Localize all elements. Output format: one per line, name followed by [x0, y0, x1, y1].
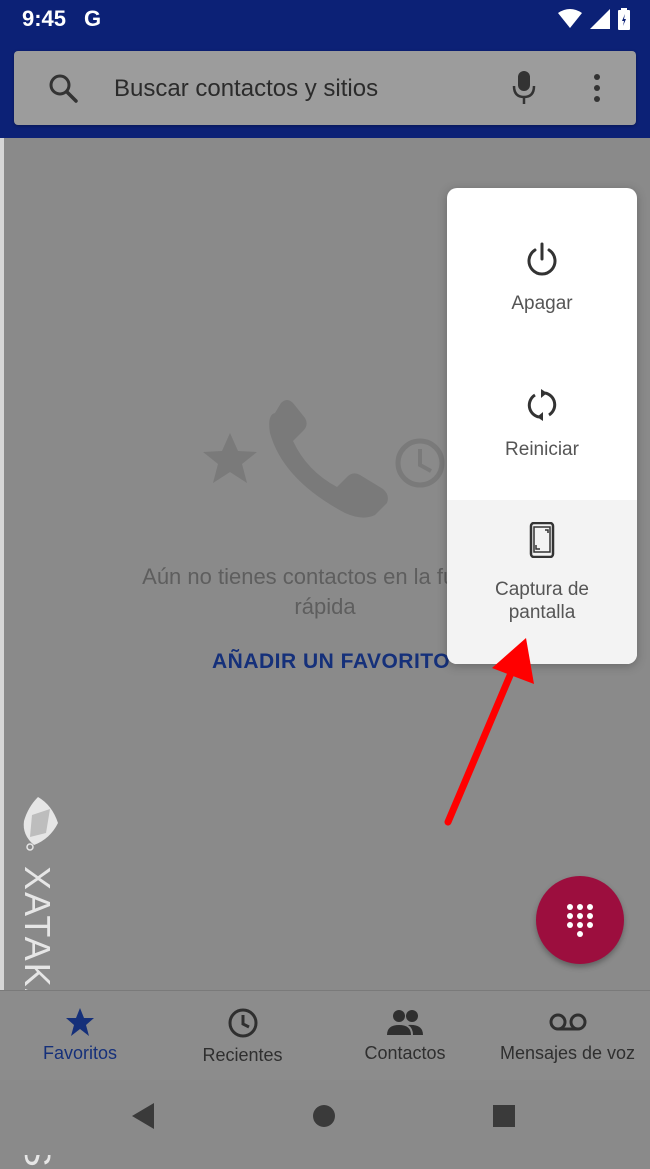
star-icon	[66, 1008, 94, 1036]
clock-illustration-icon	[395, 438, 445, 488]
power-off-button[interactable]: Apagar	[447, 188, 637, 344]
recent-apps-icon[interactable]	[492, 1104, 516, 1128]
tab-label-recientes: Recientes	[202, 1045, 283, 1065]
tab-recientes[interactable]: Recientes	[180, 991, 305, 1081]
tab-label-mensajes-de-voz: Mensajes de voz	[499, 1043, 636, 1063]
search-bar[interactable]: Buscar contactos y sitios	[14, 51, 636, 125]
screenshot-label-line2: pantalla	[508, 602, 576, 623]
system-navigation-bar	[0, 1080, 650, 1155]
power-menu: Apagar Reiniciar Captura de pantalla	[447, 188, 637, 664]
search-input[interactable]: Buscar contactos y sitios	[114, 75, 378, 103]
back-icon[interactable]	[130, 1102, 156, 1130]
search-icon[interactable]	[48, 73, 78, 103]
dialpad-icon	[567, 904, 593, 937]
more-options-icon[interactable]	[592, 73, 602, 103]
xataka-logo-icon	[23, 797, 58, 851]
wifi-icon	[558, 9, 582, 28]
tab-label-favoritos: Favoritos	[42, 1043, 118, 1063]
mic-icon[interactable]	[512, 71, 536, 105]
annotation-arrow-icon	[444, 638, 534, 826]
voicemail-icon	[549, 1013, 586, 1031]
screenshot-label-line1: Captura de	[494, 579, 589, 600]
tab-mensajes-de-voz[interactable]: Mensajes de voz	[490, 991, 645, 1081]
empty-message-line2: rápida	[294, 594, 356, 619]
tab-contactos[interactable]: Contactos	[340, 991, 470, 1081]
star-illustration-icon	[203, 433, 257, 483]
tab-label-contactos: Contactos	[364, 1043, 446, 1063]
dialpad-fab[interactable]	[536, 876, 624, 964]
status-time: 9:45	[22, 6, 67, 31]
add-favorite-button[interactable]: AÑADIR UN FAVORITO	[212, 650, 450, 674]
tab-favoritos[interactable]: Favoritos	[20, 991, 140, 1081]
empty-favorites-illustration	[203, 400, 445, 518]
screenshot-label: Captura de pantalla	[447, 578, 637, 624]
notification-g-icon: G	[84, 6, 102, 31]
power-off-label: Apagar	[511, 293, 573, 314]
app-header: Buscar contactos y sitios	[0, 38, 650, 138]
status-bar: 9:45 G	[0, 0, 650, 38]
clock-icon	[228, 1008, 257, 1038]
restart-button[interactable]: Reiniciar	[447, 344, 637, 500]
home-icon[interactable]	[312, 1104, 336, 1128]
restart-icon	[527, 389, 557, 421]
phone-illustration-icon	[269, 400, 388, 518]
restart-label: Reiniciar	[505, 439, 579, 460]
bottom-navigation: Favoritos Recientes Contactos Mensajes d…	[0, 990, 650, 1081]
screenshot-icon	[529, 522, 555, 558]
power-icon	[527, 242, 557, 276]
signal-icon	[590, 9, 610, 29]
people-icon	[387, 1010, 423, 1035]
status-icons	[558, 8, 630, 30]
battery-icon	[618, 8, 630, 30]
